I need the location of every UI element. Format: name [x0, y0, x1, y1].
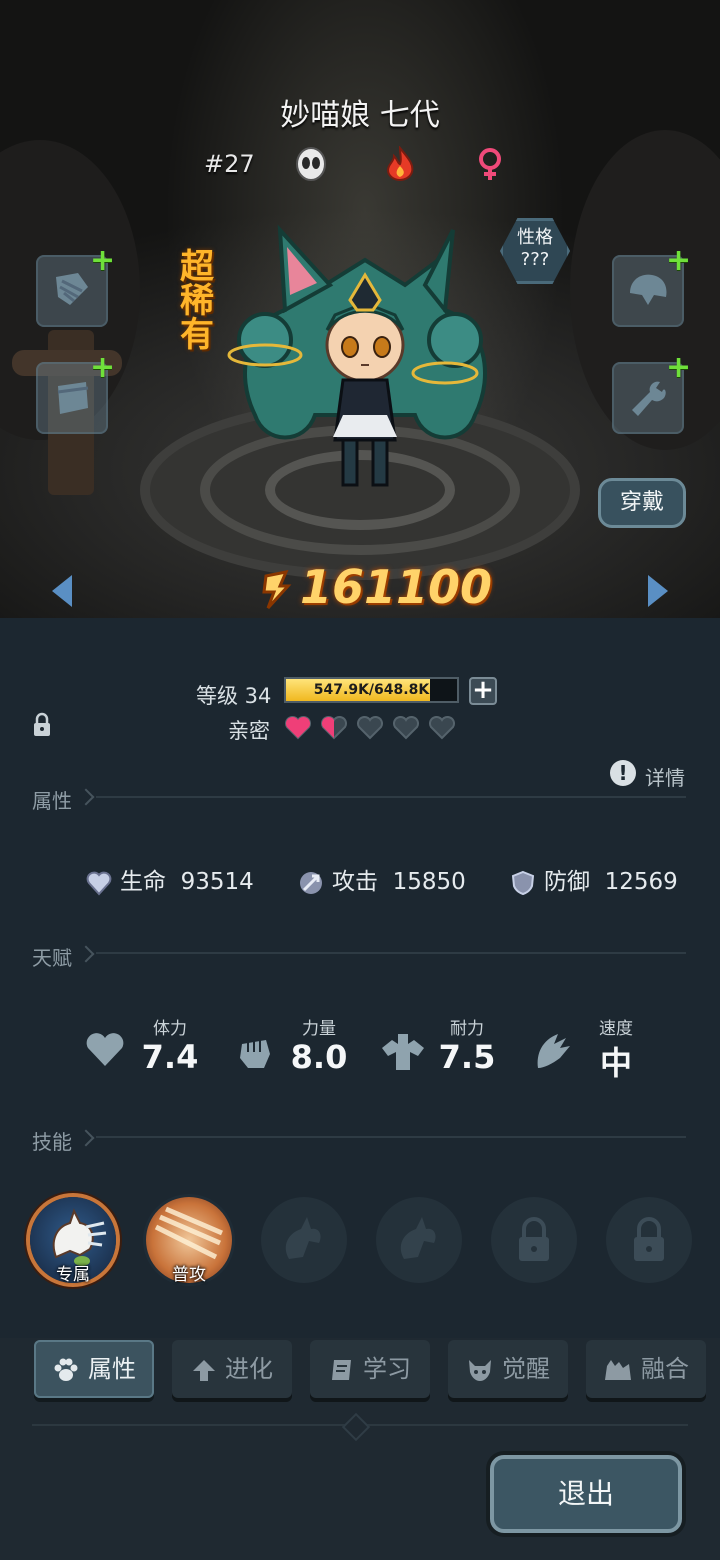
add-icon: +: [666, 243, 692, 278]
personality-value: ???: [520, 249, 550, 270]
intimacy-label: 亲密: [228, 719, 270, 743]
intimacy-heart-icon: [320, 716, 348, 740]
defense-icon: [511, 870, 535, 895]
exit-button[interactable]: 退出: [490, 1455, 682, 1533]
skill-slot-locked[interactable]: [606, 1197, 692, 1283]
lock-icon: [634, 1217, 664, 1261]
tab-evolve[interactable]: 进化: [172, 1340, 292, 1398]
section-divider: [96, 952, 686, 954]
hero-character[interactable]: [225, 215, 505, 505]
section-divider: [96, 1136, 686, 1138]
claw-icon: [56, 273, 88, 305]
attack-value: 15850: [392, 869, 466, 895]
skill-basic-attack[interactable]: 普攻: [146, 1197, 232, 1285]
skill-exclusive[interactable]: 专属: [30, 1197, 116, 1285]
tab-fusion[interactable]: 融合: [586, 1340, 706, 1398]
equip-slot-helmet[interactable]: +: [612, 246, 691, 327]
skill-slot-empty[interactable]: [376, 1197, 462, 1283]
tab-label: 进化: [225, 1355, 273, 1383]
hero-number: #27: [204, 150, 255, 178]
talent-label: 耐力: [450, 1019, 484, 1039]
talent-value: 7.5: [438, 1038, 496, 1076]
talent-value: 中: [599, 1044, 632, 1082]
hp-stat: 生命 93514: [86, 862, 254, 896]
intimacy-heart-icon: [356, 716, 384, 740]
section-divider: [96, 796, 686, 798]
intimacy-heart-icon: [428, 716, 456, 740]
intimacy-heart-icon: [392, 716, 420, 740]
attack-stat: 攻击 15850: [298, 862, 466, 896]
equip-slot-armor[interactable]: +: [36, 353, 115, 434]
paw-icon: [54, 1358, 78, 1381]
tab-label: 融合: [641, 1355, 689, 1383]
lock-icon: [519, 1217, 549, 1261]
skill-slot-locked[interactable]: [491, 1197, 577, 1283]
tab-awaken[interactable]: 觉醒: [448, 1340, 568, 1398]
next-hero-arrow[interactable]: [648, 575, 668, 607]
defense-value: 12569: [604, 869, 678, 895]
level-label: 等级 34: [196, 684, 272, 708]
defense-label: 防御: [544, 869, 590, 895]
talent-label: 速度: [599, 1019, 633, 1039]
tab-learn[interactable]: 学习: [310, 1340, 430, 1398]
monster-fusion-icon: [605, 1360, 631, 1380]
skill-slot-empty[interactable]: [261, 1197, 347, 1283]
talent-label: 体力: [153, 1019, 187, 1039]
book-icon: [332, 1360, 351, 1380]
armor-icon: [57, 382, 89, 414]
add-icon: +: [666, 350, 692, 385]
beast-head-icon: [469, 1360, 491, 1381]
hp-value: 93514: [180, 869, 254, 895]
helmet-icon: [630, 274, 667, 305]
up-arrow-icon: [193, 1360, 215, 1381]
tab-label: 学习: [363, 1355, 411, 1383]
intimacy-heart-icon: [284, 716, 312, 740]
details-link[interactable]: 详情: [645, 762, 685, 791]
accessory-icon: [632, 381, 666, 416]
health-icon: [86, 871, 112, 895]
alien-type-icon: [296, 147, 326, 181]
fist-strength-icon: [240, 1040, 270, 1068]
hp-label: 生命: [120, 869, 166, 895]
talent-value: 7.4: [141, 1038, 199, 1076]
talent-label: 力量: [302, 1019, 336, 1039]
muscle-endurance-icon: [382, 1034, 424, 1070]
hero-name: 妙喵娘 七代: [280, 98, 440, 133]
personality-label: 性格: [517, 227, 553, 248]
tab-label: 觉醒: [502, 1355, 550, 1383]
rarity-label: 超稀有: [180, 247, 214, 355]
defense-stat: 防御 12569: [510, 862, 678, 896]
skill-tag: 普攻: [172, 1265, 206, 1285]
hero-scene: 妙喵娘 七代 #27 超稀有 + + + + 性格 ??? 穿戴 161100: [0, 0, 720, 618]
combat-power-icon: [262, 570, 292, 610]
add-icon: +: [90, 243, 116, 278]
add-icon: +: [90, 350, 116, 385]
heart-stamina-icon: [86, 1033, 124, 1066]
info-icon[interactable]: !: [610, 760, 636, 786]
tab-label: 属性: [88, 1355, 136, 1383]
flame-silhouette-icon: [400, 1217, 436, 1259]
flame-silhouette-icon: [285, 1217, 321, 1259]
equip-slot-accessory[interactable]: +: [612, 353, 691, 434]
wear-button[interactable]: 穿戴: [598, 478, 686, 528]
level-up-button[interactable]: +: [469, 677, 497, 705]
lock-icon[interactable]: [32, 712, 52, 738]
exp-bar: 547.9K/648.8K: [284, 677, 459, 703]
wing-speed-icon: [537, 1034, 570, 1068]
skill-tag: 专属: [56, 1265, 90, 1285]
exp-text: 547.9K/648.8K: [313, 682, 430, 698]
talents-title: 天赋: [32, 946, 72, 970]
personality-badge[interactable]: 性格 ???: [500, 218, 570, 284]
attack-label: 攻击: [332, 869, 378, 895]
female-gender-icon: [479, 148, 501, 180]
prev-hero-arrow[interactable]: [52, 575, 72, 607]
tab-attributes[interactable]: 属性: [34, 1340, 154, 1398]
combat-power-value: 161100: [300, 560, 493, 614]
attributes-title: 属性: [32, 789, 72, 813]
talent-value: 8.0: [290, 1038, 348, 1076]
fire-element-icon: [386, 146, 414, 182]
skills-title: 技能: [32, 1130, 72, 1154]
attack-icon: [300, 871, 322, 894]
equip-slot-weapon[interactable]: +: [36, 246, 115, 327]
